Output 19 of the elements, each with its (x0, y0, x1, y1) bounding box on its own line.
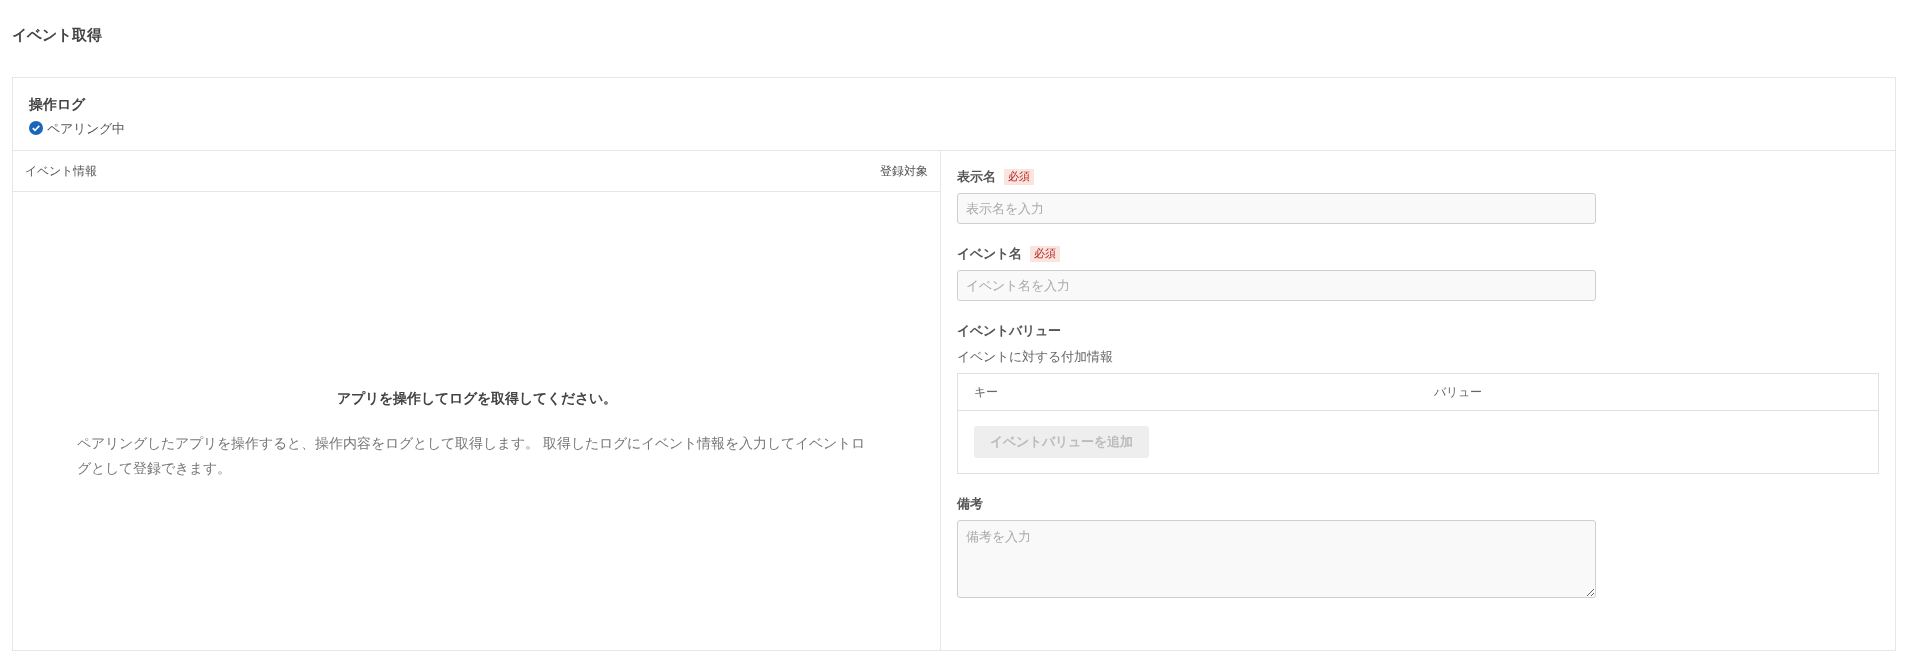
column-header: 登録対象 (880, 163, 928, 180)
page-title: イベント取得 (12, 25, 102, 46)
column-header: イベント情報 (25, 163, 97, 180)
column-header: キー (973, 383, 999, 401)
field-label: イベント名 (957, 245, 1022, 264)
text-input-field[interactable]: イベント名を入力 (957, 270, 1596, 301)
card-title: 操作ログ (29, 94, 85, 114)
required-badge: 必須 (1030, 246, 1060, 262)
status-label: ペアリング中 (47, 119, 125, 138)
required-badge: 必須 (1004, 169, 1034, 185)
field-description: イベントに対する付加情報 (957, 348, 1113, 366)
field-label: イベントバリュー (957, 322, 1061, 341)
field-label: 表示名 (957, 168, 996, 187)
empty-state-title: アプリを操作してログを取得してください。 (336, 389, 617, 408)
notes-textarea[interactable]: 備考を入力 (957, 519, 1596, 598)
column-header: バリュー (1433, 383, 1483, 401)
empty-state-message: ペアリングしたアプリを操作すると、操作内容をログとして取得します。 取得したログにイベント情報を入力してイベントログとして登録できます。 (76, 434, 866, 478)
text-input-field[interactable]: 表示名を入力 (957, 193, 1596, 224)
field-label: 備考 (957, 494, 983, 513)
